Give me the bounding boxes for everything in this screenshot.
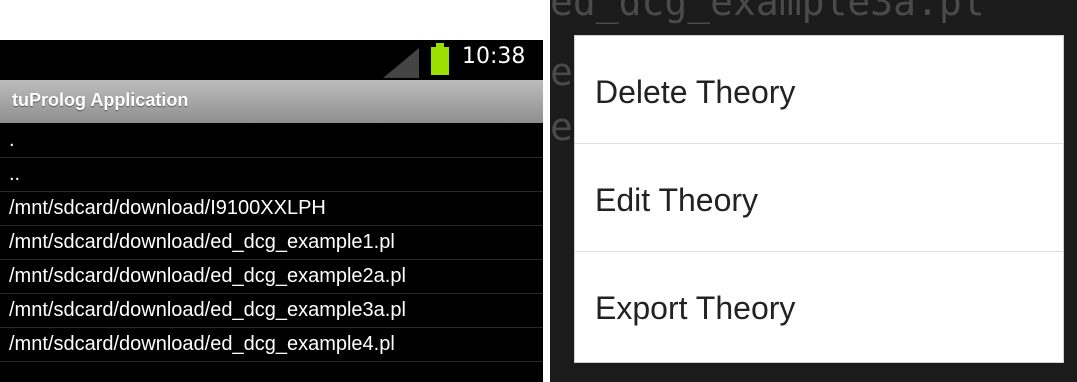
menu-item-label: Edit Theory <box>595 182 759 218</box>
context-menu-screen: ed_dcg_example3a.pl e e Delete Theory Ed… <box>550 0 1077 382</box>
background-text: ed_dcg_example3a.pl <box>550 0 985 24</box>
export-theory-item[interactable]: Export Theory <box>575 252 1063 359</box>
file-row-current-dir[interactable]: . <box>0 124 543 158</box>
delete-theory-item[interactable]: Delete Theory <box>575 36 1063 144</box>
app-title-bar: tuProlog Application <box>0 80 543 123</box>
left-phone-screen: 10:38 tuProlog Application . .. /mnt/sdc… <box>0 40 543 382</box>
battery-icon <box>431 43 449 75</box>
edit-theory-item[interactable]: Edit Theory <box>575 144 1063 252</box>
status-bar: 10:38 <box>0 40 543 80</box>
context-menu: Delete Theory Edit Theory Export Theory <box>574 35 1064 363</box>
file-row-example4[interactable]: /mnt/sdcard/download/ed_dcg_example4.pl <box>0 328 543 362</box>
file-row-example1[interactable]: /mnt/sdcard/download/ed_dcg_example1.pl <box>0 226 543 260</box>
file-row-example2a[interactable]: /mnt/sdcard/download/ed_dcg_example2a.pl <box>0 260 543 294</box>
menu-item-label: Export Theory <box>595 290 796 326</box>
app-title: tuProlog Application <box>12 90 189 110</box>
background-text: e <box>550 50 573 94</box>
signal-icon <box>383 48 419 78</box>
menu-item-label: Delete Theory <box>595 74 796 110</box>
status-clock: 10:38 <box>462 44 526 69</box>
file-row-i9100xxlph[interactable]: /mnt/sdcard/download/I9100XXLPH <box>0 192 543 226</box>
background-text: e <box>550 105 573 149</box>
file-row-example3a[interactable]: /mnt/sdcard/download/ed_dcg_example3a.pl <box>0 294 543 328</box>
file-row-parent-dir[interactable]: .. <box>0 158 543 192</box>
file-list: . .. /mnt/sdcard/download/I9100XXLPH /mn… <box>0 124 543 362</box>
